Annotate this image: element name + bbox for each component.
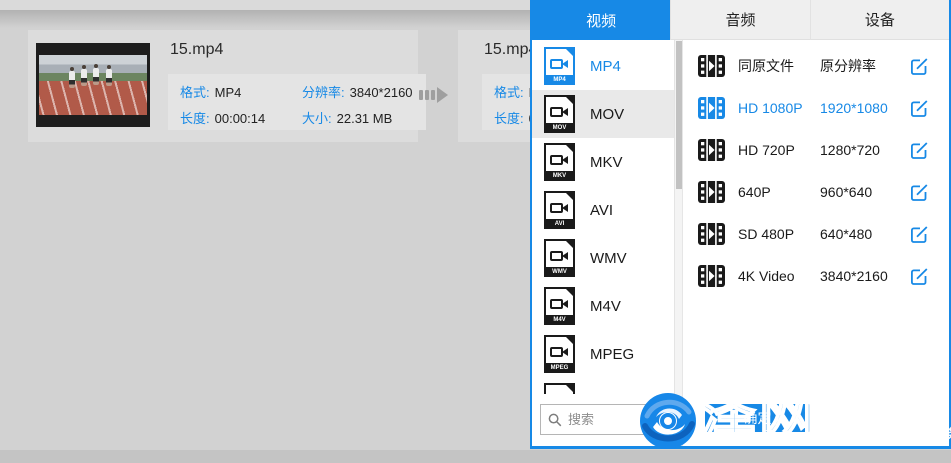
statusbar-strip — [0, 450, 951, 463]
quality-row-hd-1080p[interactable]: HD 1080P 1920*1080 — [683, 87, 949, 129]
format-item-m4v[interactable]: M4V M4V — [532, 282, 674, 330]
tab-audio[interactable]: 音频 — [670, 0, 809, 40]
film-icon — [698, 265, 725, 287]
confirm-button[interactable]: 确定 — [705, 404, 810, 432]
format-item-mp4[interactable]: MP4 MP4 — [532, 42, 674, 90]
format-label: 格式: — [494, 85, 524, 100]
video-thumbnail — [36, 43, 150, 127]
quality-row-original[interactable]: 同原文件 原分辨率 — [683, 45, 949, 87]
convert-arrow-icon — [419, 87, 450, 103]
format-item-mkv[interactable]: MKV MKV — [532, 138, 674, 186]
resolution-label: 分辨率: — [302, 85, 345, 100]
tab-video[interactable]: 视频 — [532, 0, 670, 40]
mov-file-icon: MOV — [544, 95, 575, 133]
resolution-value: 3840*2160 — [350, 85, 413, 100]
film-icon — [698, 97, 725, 119]
avi-file-icon: AVI — [544, 191, 575, 229]
mp4-file-icon: MP4 — [544, 47, 575, 85]
size-label: 大小: — [302, 111, 332, 126]
scrollbar-thumb[interactable] — [676, 41, 682, 189]
edit-icon[interactable] — [910, 57, 929, 76]
wmv-file-icon: WMV — [544, 239, 575, 277]
output-format-panel: 视频 音频 设备 MP4 MP4 MOV MOV MKV — [530, 0, 951, 449]
duration-label: 长度: — [180, 111, 210, 126]
edit-icon[interactable] — [910, 141, 929, 160]
film-icon — [698, 223, 725, 245]
quality-list: 同原文件 原分辨率 HD 1080P 1920*1080 HD 720P 128… — [683, 40, 949, 446]
search-icon — [548, 413, 562, 427]
edit-icon[interactable] — [910, 99, 929, 118]
format-value: MP4 — [215, 85, 242, 100]
quality-row-4k-video[interactable]: 4K Video 3840*2160 — [683, 255, 949, 297]
scrollbar[interactable] — [674, 40, 683, 446]
m4v-file-icon: M4V — [544, 287, 575, 325]
film-icon — [698, 139, 725, 161]
film-icon — [698, 181, 725, 203]
format-item-wmv[interactable]: WMV WMV — [532, 234, 674, 282]
mkv-file-icon: MKV — [544, 143, 575, 181]
edit-icon[interactable] — [910, 183, 929, 202]
format-list: MP4 MP4 MOV MOV MKV MKV AVI AVI — [532, 40, 674, 446]
edit-icon[interactable] — [910, 225, 929, 244]
format-item-mov[interactable]: MOV MOV — [532, 90, 674, 138]
format-item-mpeg[interactable]: MPEG MPEG — [532, 330, 674, 378]
quality-row-hd-720p[interactable]: HD 720P 1280*720 — [683, 129, 949, 171]
app-window: 15.mp4 格式: MP4 分辨率: 3840*2160 长度: 00:00:14 … — [0, 0, 951, 463]
source-file-card: 15.mp4 格式:MP4 分辨率:3840*2160 长度:00:00:14 … — [28, 30, 418, 142]
mpeg-file-icon: MPEG — [544, 335, 575, 373]
search-input[interactable] — [568, 412, 658, 427]
source-file-info: 格式: MP4 分辨率: 3840*2160 长度: 00:00:14 大小: 22.3… — [168, 74, 426, 130]
format-item-avi[interactable]: AVI AVI — [532, 186, 674, 234]
size-value: 22.31 MB — [337, 111, 393, 126]
quality-row-640p[interactable]: 640P 960*640 — [683, 171, 949, 213]
search-field[interactable] — [540, 404, 668, 435]
tab-device[interactable]: 设备 — [810, 0, 949, 40]
panel-tabs: 视频 音频 设备 — [532, 0, 949, 40]
format-label: 格式: — [180, 85, 210, 100]
film-icon — [698, 55, 725, 77]
source-file-name: 15.mp4 — [170, 41, 223, 59]
duration-value: 00:00:14 — [215, 111, 266, 126]
duration-label: 长度: — [494, 111, 524, 126]
edit-icon[interactable] — [910, 267, 929, 286]
quality-row-sd-480p[interactable]: SD 480P 640*480 — [683, 213, 949, 255]
